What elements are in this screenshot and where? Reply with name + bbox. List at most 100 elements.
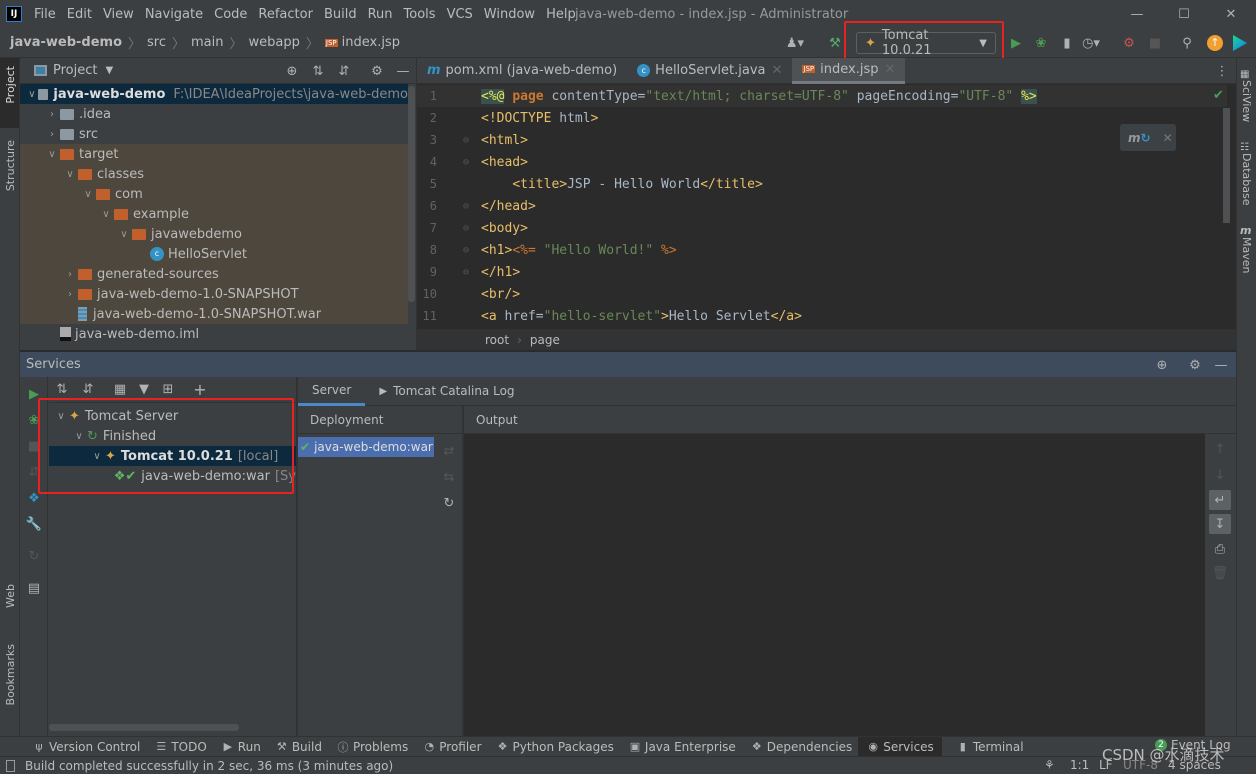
project-scrollbar[interactable] (408, 86, 415, 302)
tool-services[interactable]: ◉ Services (858, 737, 942, 756)
close-icon[interactable]: ✕ (1222, 5, 1240, 23)
tool-terminal[interactable]: ▮ Terminal (956, 738, 1024, 756)
close-icon[interactable]: ✕ (772, 63, 783, 78)
expand-all-icon[interactable]: ⇅ (53, 381, 71, 399)
tool-problems[interactable]: ⓘ Problems (336, 738, 408, 756)
breadcrumb-item[interactable]: src (147, 35, 166, 50)
tree-item[interactable]: › src (20, 124, 408, 144)
tool-dependencies[interactable]: ❖ Dependencies (750, 738, 852, 756)
locate-icon[interactable]: ⊕ (283, 62, 301, 80)
menu-tools[interactable]: Tools (404, 7, 436, 22)
breadcrumb-item[interactable]: webapp (249, 35, 300, 50)
arrow-up-icon[interactable]: ↑ (1211, 440, 1229, 458)
tool-python-packages[interactable]: ❖ Python Packages (496, 738, 614, 756)
jetbrains-toolbox-icon[interactable] (1233, 35, 1247, 51)
close-icon[interactable]: ✕ (1163, 131, 1173, 145)
run-icon[interactable]: ▶ (1007, 34, 1025, 52)
stripe-web[interactable]: Web (4, 584, 17, 611)
group-icon[interactable]: ▦ (111, 381, 129, 399)
tree-item[interactable]: java-web-demo.iml (20, 324, 408, 344)
stripe-sciview[interactable]: ▦ SciView (1240, 66, 1256, 125)
search-icon[interactable]: ⚲ (1178, 34, 1196, 52)
chevron-right-icon[interactable]: › (44, 109, 60, 120)
tree-item[interactable]: ∨ target (20, 144, 408, 164)
tree-item[interactable]: ∨ classes (20, 164, 408, 184)
tree-item[interactable]: › java-web-demo-1.0-SNAPSHOT (20, 284, 408, 304)
tool-run[interactable]: ▶ Run (221, 738, 261, 756)
refresh-icon[interactable]: ↻ (440, 494, 458, 512)
tree-item[interactable]: java-web-demo-1.0-SNAPSHOT.war (20, 304, 408, 324)
chevron-down-icon[interactable]: ∨ (62, 169, 78, 180)
wrench-icon[interactable]: 🔧 (25, 515, 43, 533)
menu-build[interactable]: Build (324, 7, 357, 22)
services-tree-scrollbar[interactable] (49, 724, 239, 731)
fold-marker[interactable]: ⊖ (463, 157, 481, 168)
layout-icon[interactable]: ▤ (25, 579, 43, 597)
tool-build[interactable]: ⚒ Build (275, 738, 322, 756)
maven-reload-icon[interactable]: m↻ (1128, 131, 1151, 145)
new-tab-icon[interactable]: ⊞ (159, 381, 177, 399)
undeploy-icon[interactable]: ⇆ (440, 468, 458, 486)
soft-wrap-icon[interactable]: ↵ (1209, 490, 1231, 510)
deploy-icon[interactable]: ⇄ (440, 442, 458, 460)
stripe-project[interactable]: Project (0, 58, 19, 128)
hide-icon[interactable]: — (394, 62, 412, 80)
git-icon[interactable]: ⚘ (1044, 758, 1055, 772)
tree-item[interactable]: ∨ javawebdemo (20, 224, 408, 244)
tree-item[interactable]: c HelloServlet (20, 244, 408, 264)
editor-tab[interactable]: c HelloServlet.java ✕ (627, 59, 792, 83)
chevron-down-icon[interactable]: ▼ (105, 65, 113, 76)
breadcrumb-item[interactable]: java-web-demo (10, 35, 122, 50)
menu-run[interactable]: Run (368, 7, 393, 22)
fold-marker[interactable]: ⊖ (463, 267, 481, 278)
chevron-down-icon[interactable]: ∨ (44, 149, 60, 160)
debug-icon[interactable]: ❀ (1032, 34, 1050, 52)
tree-item[interactable]: ∨ com (20, 184, 408, 204)
caret-position[interactable]: 1:1 (1070, 758, 1089, 772)
tool-profiler[interactable]: ◔ Profiler (422, 738, 481, 756)
arrow-down-icon[interactable]: ↓ (1211, 466, 1229, 484)
services-tab[interactable]: ▶ Tomcat Catalina Log (365, 377, 528, 406)
crumb-root[interactable]: root (485, 333, 509, 347)
print-icon[interactable]: ⎙ (1211, 540, 1229, 558)
collapse-all-icon[interactable]: ⇵ (335, 62, 353, 80)
stop-icon[interactable]: ■ (1146, 34, 1164, 52)
tree-item[interactable]: ∨ java-web-demo F:\IDEA\IdeaProjects\java-… (20, 84, 408, 104)
stripe-bookmarks[interactable]: Bookmarks (4, 644, 17, 708)
maximize-icon[interactable]: ☐ (1175, 5, 1193, 23)
chevron-down-icon[interactable]: ∨ (80, 189, 96, 200)
refresh-icon[interactable]: ↻ (25, 547, 43, 565)
deployment-item[interactable]: ✔ java-web-demo:war (298, 437, 434, 457)
stripe-structure[interactable]: Structure (0, 128, 19, 208)
chevron-down-icon[interactable]: ∨ (26, 89, 38, 100)
profile-icon[interactable]: ◷▾ (1082, 34, 1100, 52)
breadcrumb-item[interactable]: index.jsp (342, 35, 400, 50)
build-hammer-icon[interactable]: ⚒ (826, 34, 844, 52)
tree-item[interactable]: › generated-sources (20, 264, 408, 284)
fold-marker[interactable]: ⊖ (463, 223, 481, 234)
services-tab[interactable]: Server (298, 377, 366, 406)
more-icon[interactable]: ⋮ (1213, 62, 1231, 80)
fold-marker[interactable]: ⊖ (463, 135, 481, 146)
filter-icon[interactable]: ▼ (135, 381, 153, 399)
fold-marker[interactable]: ⊖ (463, 201, 481, 212)
status-toggle-icon[interactable] (6, 759, 15, 772)
minimize-icon[interactable]: — (1128, 5, 1146, 23)
menu-navigate[interactable]: Navigate (145, 7, 203, 22)
scroll-to-end-icon[interactable]: ↧ (1209, 514, 1231, 534)
chevron-down-icon[interactable]: ∨ (116, 229, 132, 240)
editor-scrollbar[interactable] (1223, 108, 1230, 223)
chevron-right-icon[interactable]: › (62, 289, 78, 300)
menu-edit[interactable]: Edit (67, 7, 92, 22)
menu-window[interactable]: Window (484, 7, 535, 22)
trash-icon[interactable]: 🗑 (1211, 564, 1229, 582)
menu-refactor[interactable]: Refactor (258, 7, 313, 22)
tree-item[interactable]: ∨ example (20, 204, 408, 224)
expand-all-icon[interactable]: ⇅ (309, 62, 327, 80)
menu-view[interactable]: View (103, 7, 134, 22)
menu-help[interactable]: Help (546, 7, 576, 22)
gear-icon[interactable]: ⚙ (1186, 356, 1204, 374)
user-icon[interactable]: ♟▾ (786, 34, 804, 52)
close-icon[interactable]: ✕ (884, 62, 895, 77)
tool-java-enterprise[interactable]: ▣ Java Enterprise (628, 738, 736, 756)
